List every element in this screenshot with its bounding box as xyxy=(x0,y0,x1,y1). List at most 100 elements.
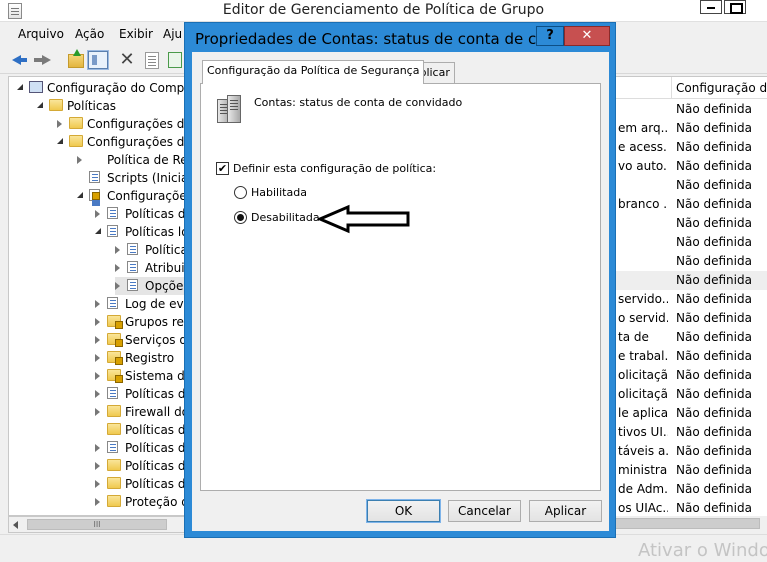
list-item[interactable]: Não definida xyxy=(600,252,767,271)
policy-setting-cell: Não definida xyxy=(676,197,752,211)
list-item[interactable]: olicitaçã... Não definida xyxy=(600,366,767,385)
radio-desabilitada[interactable] xyxy=(234,211,247,224)
list-item[interactable]: le aplica... Não definida xyxy=(600,404,767,423)
minimize-button[interactable] xyxy=(700,0,722,14)
menu-acao[interactable]: Ação xyxy=(75,27,104,41)
list-item[interactable]: Não definida xyxy=(600,100,767,119)
expanded-icon[interactable] xyxy=(57,138,63,144)
back-icon[interactable] xyxy=(10,50,30,70)
expanded-icon[interactable] xyxy=(95,228,101,234)
security-settings-icon xyxy=(89,189,100,201)
collapsed-icon[interactable] xyxy=(95,462,100,470)
policy-setting-cell: Não definida xyxy=(676,482,752,496)
list-item[interactable]: os UIAc... Não definida xyxy=(600,499,767,516)
policy-setting-cell: Não definida xyxy=(676,159,752,173)
list-item[interactable]: e acess... Não definida xyxy=(600,138,767,157)
policy-setting-cell: Não definida xyxy=(676,178,752,192)
collapsed-icon[interactable] xyxy=(57,120,62,128)
properties-icon[interactable] xyxy=(145,52,159,69)
list-item[interactable]: táveis a... Não definida xyxy=(600,442,767,461)
tree-node-security-options[interactable]: Opções xyxy=(115,277,185,295)
tree-horizontal-scrollbar[interactable]: III xyxy=(8,516,186,533)
list-item[interactable]: tivos UI... Não definida xyxy=(600,423,767,442)
list-item[interactable]: ministra... Não definida xyxy=(600,461,767,480)
collapsed-icon[interactable] xyxy=(95,444,100,452)
scroll-thumb[interactable] xyxy=(602,518,760,529)
list-horizontal-scrollbar[interactable] xyxy=(600,516,767,533)
apply-button[interactable]: Aplicar xyxy=(529,500,602,522)
collapsed-icon[interactable] xyxy=(115,282,120,290)
list-item[interactable]: olicitaçã... Não definida xyxy=(600,385,767,404)
list-item[interactable]: e trabal... Não definida xyxy=(600,347,767,366)
collapsed-icon[interactable] xyxy=(95,210,100,218)
define-policy-checkbox[interactable]: ✔ xyxy=(216,162,229,175)
tree-node-label: Política de Res xyxy=(107,153,186,167)
policy-name-cell: le aplica... xyxy=(618,406,668,420)
policy-name-cell: em arq... xyxy=(618,121,668,135)
policy-name-cell: os UIAc... xyxy=(618,501,668,515)
list-item[interactable]: Não definida xyxy=(600,176,767,195)
column-header-setting[interactable]: Configuração de xyxy=(676,81,767,95)
collapsed-icon[interactable] xyxy=(95,300,100,308)
list-item[interactable]: vo auto... Não definida xyxy=(600,157,767,176)
ok-button[interactable]: OK xyxy=(366,499,441,523)
scroll-thumb[interactable]: III xyxy=(27,519,167,530)
radio-habilitada[interactable] xyxy=(234,186,247,199)
menu-arquivo[interactable]: Arquivo xyxy=(18,27,64,41)
folder-lock-icon xyxy=(107,369,123,383)
expanded-icon[interactable] xyxy=(17,84,23,90)
list-item[interactable]: em arq... Não definida xyxy=(600,119,767,138)
list-item[interactable]: ta de Não definida xyxy=(600,328,767,347)
forward-icon[interactable] xyxy=(32,50,52,70)
up-folder-icon[interactable] xyxy=(68,49,84,68)
collapsed-icon[interactable] xyxy=(115,246,120,254)
list-item[interactable]: servido... Não definida xyxy=(600,290,767,309)
policy-setting-cell: Não definida xyxy=(676,463,752,477)
policy-setting-cell: Não definida xyxy=(676,140,752,154)
delete-icon[interactable]: ✕ xyxy=(117,50,137,70)
menu-exibir[interactable]: Exibir xyxy=(119,27,153,41)
collapsed-icon[interactable] xyxy=(95,498,100,506)
collapsed-icon[interactable] xyxy=(95,336,100,344)
show-hide-tree-icon[interactable] xyxy=(87,50,109,70)
list-item[interactable]: de Adm... Não definida xyxy=(600,480,767,499)
maximize-button[interactable] xyxy=(724,0,746,14)
policy-name-cell: e trabal... xyxy=(618,349,668,363)
list-item[interactable]: Não definida xyxy=(600,214,767,233)
expanded-icon[interactable] xyxy=(37,102,43,108)
list-item[interactable]: Não definida xyxy=(600,233,767,252)
collapsed-icon[interactable] xyxy=(95,354,100,362)
policy-setting-cell: Não definida xyxy=(676,501,752,515)
policy-setting-cell: Não definida xyxy=(676,425,752,439)
list-item[interactable]: Não definida xyxy=(600,271,767,290)
collapsed-icon[interactable] xyxy=(95,390,100,398)
expanded-icon[interactable] xyxy=(77,192,83,198)
folder-icon xyxy=(107,459,121,471)
scroll-left-icon[interactable] xyxy=(13,521,18,529)
tab-security-policy-setting[interactable]: Configuração da Política de Segurança xyxy=(202,60,425,84)
policy-name-cell: tivos UI... xyxy=(618,425,668,439)
menu-ajuda[interactable]: Aju xyxy=(163,27,182,41)
export-list-icon[interactable] xyxy=(168,52,182,68)
help-button[interactable]: ? xyxy=(536,26,564,46)
tree-node-label: Firewall do xyxy=(125,405,186,419)
list-item[interactable]: branco ... Não definida xyxy=(600,195,767,214)
collapsed-icon[interactable] xyxy=(115,264,120,272)
collapsed-icon[interactable] xyxy=(95,480,100,488)
collapsed-icon[interactable] xyxy=(77,156,82,164)
tree-node-label: Políticas de xyxy=(125,423,186,437)
policy-setting-cell: Não definida xyxy=(676,273,752,287)
collapsed-icon[interactable] xyxy=(95,372,100,380)
cancel-button[interactable]: Cancelar xyxy=(448,500,521,522)
collapsed-icon[interactable] xyxy=(95,408,100,416)
policy-name-cell: ta de xyxy=(618,330,649,344)
main-titlebar: Editor de Gerenciamento de Política de G… xyxy=(0,0,767,22)
policy-doc-icon xyxy=(107,387,118,399)
main-window-title: Editor de Gerenciamento de Política de G… xyxy=(222,2,545,18)
policy-name-cell: branco ... xyxy=(618,197,668,211)
close-button[interactable]: ✕ xyxy=(564,26,610,46)
list-item[interactable]: o servid... Não definida xyxy=(600,309,767,328)
list-header: Configuração de xyxy=(600,77,767,99)
collapsed-icon[interactable] xyxy=(95,318,100,326)
properties-dialog: Propriedades de Contas: status de conta … xyxy=(184,22,616,538)
